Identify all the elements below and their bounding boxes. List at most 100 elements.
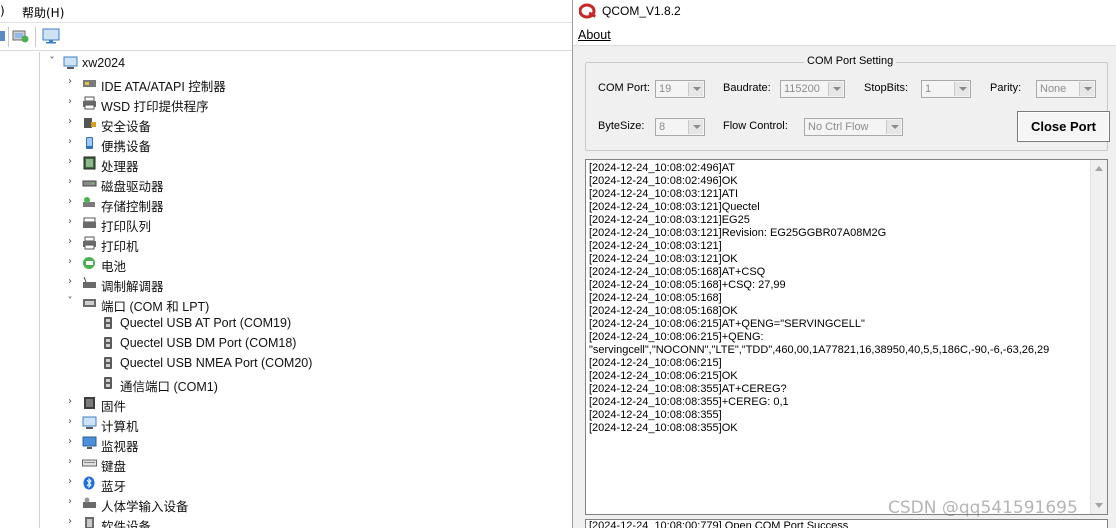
qcom-menubar: About bbox=[573, 24, 1116, 46]
chevron-down-icon[interactable] bbox=[828, 82, 843, 96]
com-port-icon bbox=[101, 356, 116, 370]
toolbar-partial-icon[interactable] bbox=[0, 28, 6, 44]
chevron-right-icon[interactable]: › bbox=[64, 175, 76, 189]
stopbits-value: 1 bbox=[925, 83, 932, 95]
print-queue-icon bbox=[82, 216, 97, 230]
chevron-down-icon[interactable] bbox=[1079, 82, 1094, 96]
scan-hardware-icon[interactable] bbox=[12, 28, 30, 44]
log-line: [2024-12-24_10:08:08:355]AT+CEREG? bbox=[589, 383, 787, 395]
computer-icon bbox=[82, 416, 97, 430]
bytesize-label: ByteSize: bbox=[598, 120, 645, 132]
chevron-right-icon[interactable]: › bbox=[64, 255, 76, 269]
chevron-right-icon[interactable]: › bbox=[64, 395, 76, 409]
disk-drive-icon bbox=[82, 176, 97, 190]
tree-category[interactable]: › 打印机 bbox=[42, 233, 570, 254]
chevron-down-icon[interactable] bbox=[886, 120, 901, 134]
chevron-down-icon[interactable]: ˅ bbox=[64, 295, 76, 309]
tree-category[interactable]: › 监视器 bbox=[42, 433, 570, 454]
log-line: "servingcell","NOCONN","LTE","TDD",460,0… bbox=[589, 344, 1050, 356]
monitor-properties-icon[interactable] bbox=[42, 28, 60, 44]
chevron-right-icon[interactable]: › bbox=[64, 455, 76, 469]
tree-port-item[interactable]: Quectel USB NMEA Port (COM20) bbox=[42, 353, 570, 373]
status-text: [2024-12-24_10:08:00:779] Open COM Port … bbox=[589, 520, 849, 528]
menu-item-about[interactable]: About bbox=[578, 28, 611, 42]
parity-select[interactable]: None bbox=[1036, 80, 1096, 98]
menu-item-view-partial[interactable]: ) bbox=[0, 4, 5, 18]
tree-category[interactable]: › IDE ATA/ATAPI 控制器 bbox=[42, 73, 570, 94]
chevron-down-icon[interactable]: ˅ bbox=[46, 55, 58, 69]
tree-category[interactable]: › 调制解调器 bbox=[42, 273, 570, 294]
status-field: [2024-12-24_10:08:00:779] Open COM Port … bbox=[585, 519, 1108, 528]
com-port-select[interactable]: 19 bbox=[655, 80, 705, 98]
chevron-right-icon[interactable]: › bbox=[64, 515, 76, 528]
stopbits-select[interactable]: 1 bbox=[921, 80, 971, 98]
log-line: [2024-12-24_10:08:02:496]OK bbox=[589, 175, 738, 187]
tree-item-label: Quectel USB NMEA Port (COM20) bbox=[120, 356, 313, 370]
tree-item-label: 软件设备 bbox=[101, 520, 152, 528]
tree-port-item[interactable]: 通信端口 (COM1) bbox=[42, 373, 570, 394]
chevron-right-icon[interactable]: › bbox=[64, 195, 76, 209]
tree-category[interactable]: › 人体学输入设备 bbox=[42, 493, 570, 514]
chevron-right-icon[interactable]: › bbox=[64, 435, 76, 449]
log-line: [2024-12-24_10:08:03:121]Revision: EG25G… bbox=[589, 227, 887, 239]
scroll-up-arrow-icon[interactable] bbox=[1095, 166, 1103, 171]
chevron-right-icon[interactable]: › bbox=[64, 495, 76, 509]
tree-category[interactable]: › 电池 bbox=[42, 253, 570, 274]
tree-category[interactable]: › 计算机 bbox=[42, 413, 570, 434]
tree-category[interactable]: › WSD 打印提供程序 bbox=[42, 93, 570, 114]
tree-category[interactable]: ˅ 端口 (COM 和 LPT) bbox=[42, 293, 570, 314]
tree-root-computer[interactable]: ˅ xw2024 bbox=[42, 53, 570, 73]
qcom-titlebar[interactable]: QCOM_V1.8.2 bbox=[573, 0, 1116, 24]
log-text: [2024-12-24_10:08:02:496]AT [2024-12-24_1… bbox=[589, 162, 1089, 435]
tree-category[interactable]: › 固件 bbox=[42, 393, 570, 414]
chevron-right-icon[interactable]: › bbox=[64, 275, 76, 289]
chevron-right-icon[interactable]: › bbox=[64, 475, 76, 489]
tree-category[interactable]: › 键盘 bbox=[42, 453, 570, 474]
bytesize-value: 8 bbox=[659, 121, 666, 133]
chevron-down-icon[interactable] bbox=[688, 82, 703, 96]
chevron-down-icon[interactable] bbox=[954, 82, 969, 96]
com-port-value: 19 bbox=[659, 83, 672, 95]
scroll-down-arrow-icon[interactable] bbox=[1095, 503, 1103, 508]
tree-port-item[interactable]: Quectel USB AT Port (COM19) bbox=[42, 313, 570, 333]
menu-item-help[interactable]: 帮助(H) bbox=[22, 4, 64, 21]
chevron-down-icon[interactable] bbox=[688, 120, 703, 134]
tree-category[interactable]: › 软件设备 bbox=[42, 513, 570, 528]
tree-category[interactable]: › 存储控制器 bbox=[42, 193, 570, 214]
tree-category[interactable]: › 安全设备 bbox=[42, 113, 570, 134]
qcom-title: QCOM_V1.8.2 bbox=[602, 4, 681, 18]
tree-category[interactable]: › 磁盘驱动器 bbox=[42, 173, 570, 194]
flow-control-select[interactable]: No Ctrl Flow bbox=[804, 118, 903, 136]
receive-log-area[interactable]: [2024-12-24_10:08:02:496]AT [2024-12-24_1… bbox=[585, 159, 1108, 515]
chevron-right-icon[interactable]: › bbox=[64, 95, 76, 109]
chevron-right-icon[interactable]: › bbox=[64, 415, 76, 429]
log-vertical-scrollbar[interactable] bbox=[1090, 160, 1107, 514]
device-manager-toolbar bbox=[0, 23, 572, 51]
flow-control-label: Flow Control: bbox=[723, 120, 788, 132]
chevron-right-icon[interactable]: › bbox=[64, 235, 76, 249]
group-title: COM Port Setting bbox=[804, 55, 897, 67]
chevron-right-icon[interactable]: › bbox=[64, 155, 76, 169]
keyboard-icon bbox=[82, 456, 97, 470]
chevron-right-icon[interactable]: › bbox=[64, 135, 76, 149]
tree-category[interactable]: › 蓝牙 bbox=[42, 473, 570, 494]
chevron-right-icon[interactable]: › bbox=[64, 115, 76, 129]
firmware-icon bbox=[82, 396, 97, 410]
chevron-right-icon[interactable]: › bbox=[64, 75, 76, 89]
log-line: [2024-12-24_10:08:05:168] bbox=[589, 292, 722, 304]
tree-category[interactable]: › 处理器 bbox=[42, 153, 570, 174]
tree-item-label: Quectel USB AT Port (COM19) bbox=[120, 316, 292, 330]
tree-category[interactable]: › 便携设备 bbox=[42, 133, 570, 154]
close-port-button[interactable]: Close Port bbox=[1017, 111, 1110, 142]
log-line: [2024-12-24_10:08:06:215] bbox=[589, 357, 722, 369]
baudrate-select[interactable]: 115200 bbox=[780, 80, 845, 98]
tree-category[interactable]: › 打印队列 bbox=[42, 213, 570, 234]
watermark-text: CSDN @qq541591695 bbox=[888, 498, 1078, 518]
bluetooth-icon bbox=[82, 476, 97, 490]
device-manager-left-pane bbox=[0, 52, 40, 528]
tree-port-item[interactable]: Quectel USB DM Port (COM18) bbox=[42, 333, 570, 353]
printer-icon bbox=[82, 96, 97, 110]
parity-value: None bbox=[1040, 83, 1067, 95]
chevron-right-icon[interactable]: › bbox=[64, 215, 76, 229]
bytesize-select[interactable]: 8 bbox=[655, 118, 705, 136]
